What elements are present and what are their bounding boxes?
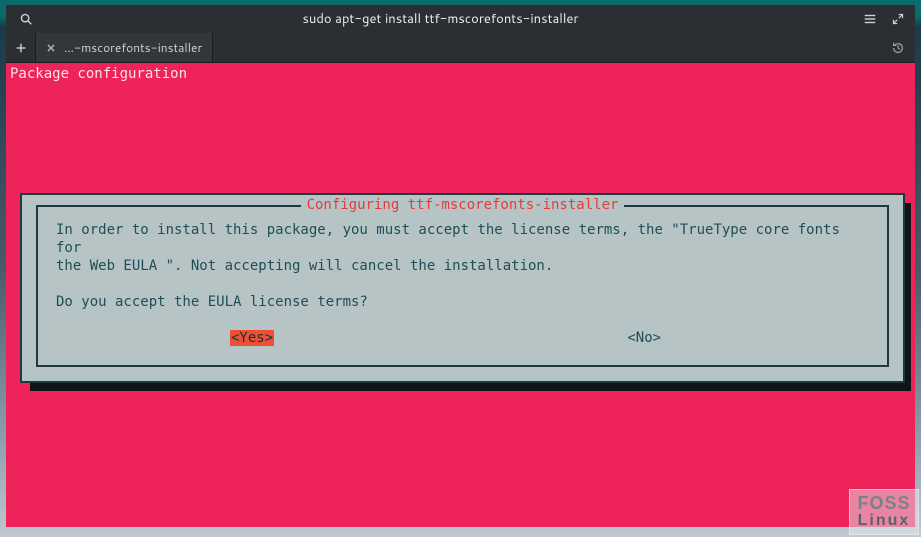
watermark-logo: FOSS Linux [849, 489, 919, 535]
yes-button[interactable]: <Yes> [230, 330, 274, 346]
window-title: sudo apt-get install ttf-mscorefonts-ins… [46, 10, 835, 28]
no-button[interactable]: <No> [627, 330, 661, 346]
tab-label: ...-mscorefonts-installer [64, 39, 202, 56]
terminal-viewport[interactable]: Package configuration Configuring ttf-ms… [6, 63, 915, 527]
tab-bar: ...-mscorefonts-installer [6, 33, 915, 63]
watermark-line1: FOSS [857, 494, 910, 512]
dialog-title: Configuring ttf-mscorefonts-installer [301, 196, 625, 214]
watermark-line2: Linux [858, 512, 911, 530]
menu-icon[interactable] [863, 12, 877, 26]
history-icon[interactable] [881, 33, 915, 62]
dialog-text-line: the Web EULA ". Not accepting will cance… [56, 257, 873, 275]
window-titlebar: sudo apt-get install ttf-mscorefonts-ins… [6, 5, 915, 33]
dialog-text-line: In order to install this package, you mu… [56, 221, 873, 257]
new-tab-button[interactable] [6, 33, 36, 62]
tab-active[interactable]: ...-mscorefonts-installer [36, 33, 213, 62]
maximize-icon[interactable] [891, 12, 905, 26]
dialog-body: In order to install this package, you mu… [56, 221, 873, 311]
package-configuration-label: Package configuration [10, 65, 911, 83]
dialog-question: Do you accept the EULA license terms? [56, 293, 873, 311]
close-tab-icon[interactable] [46, 43, 56, 53]
search-icon[interactable] [19, 12, 33, 26]
terminal-window: sudo apt-get install ttf-mscorefonts-ins… [6, 5, 915, 527]
blank-line [56, 275, 873, 293]
tui-dialog: Configuring ttf-mscorefonts-installer In… [20, 193, 905, 383]
